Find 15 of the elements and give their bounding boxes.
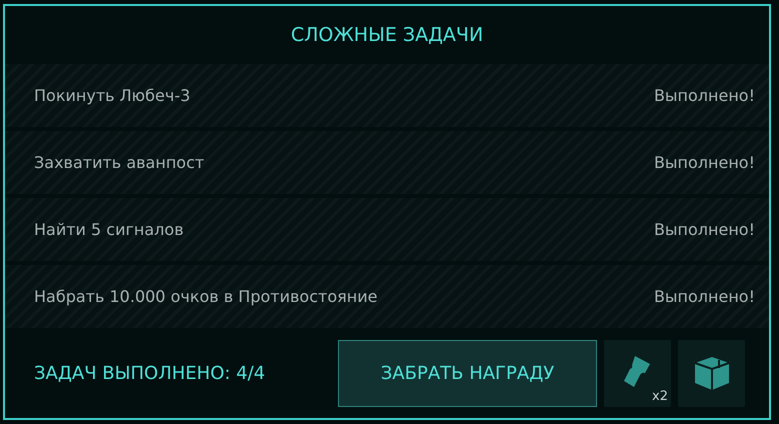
box-icon	[692, 354, 730, 392]
task-name: Найти 5 сигналов	[34, 220, 184, 239]
task-name: Захватить аванпост	[34, 153, 204, 172]
task-status: Выполнено!	[654, 220, 755, 239]
task-status: Выполнено!	[654, 287, 755, 306]
reward-slot[interactable]: x2	[604, 340, 671, 406]
task-status: Выполнено!	[654, 153, 755, 172]
claim-reward-button[interactable]: ЗАБРАТЬ НАГРАДУ	[338, 340, 597, 406]
reward-count: x2	[652, 388, 668, 404]
panel-title: СЛОЖНЫЕ ЗАДАЧИ	[290, 23, 484, 48]
task-status: Выполнено!	[654, 86, 755, 105]
reward-slot[interactable]	[678, 340, 745, 406]
progress-label: ЗАДАЧ ВЫПОЛНЕНО: 4/4	[34, 362, 266, 384]
task-name: Покинуть Любеч-3	[34, 86, 190, 105]
task-name: Набрать 10.000 очков в Противостояние	[34, 287, 378, 306]
